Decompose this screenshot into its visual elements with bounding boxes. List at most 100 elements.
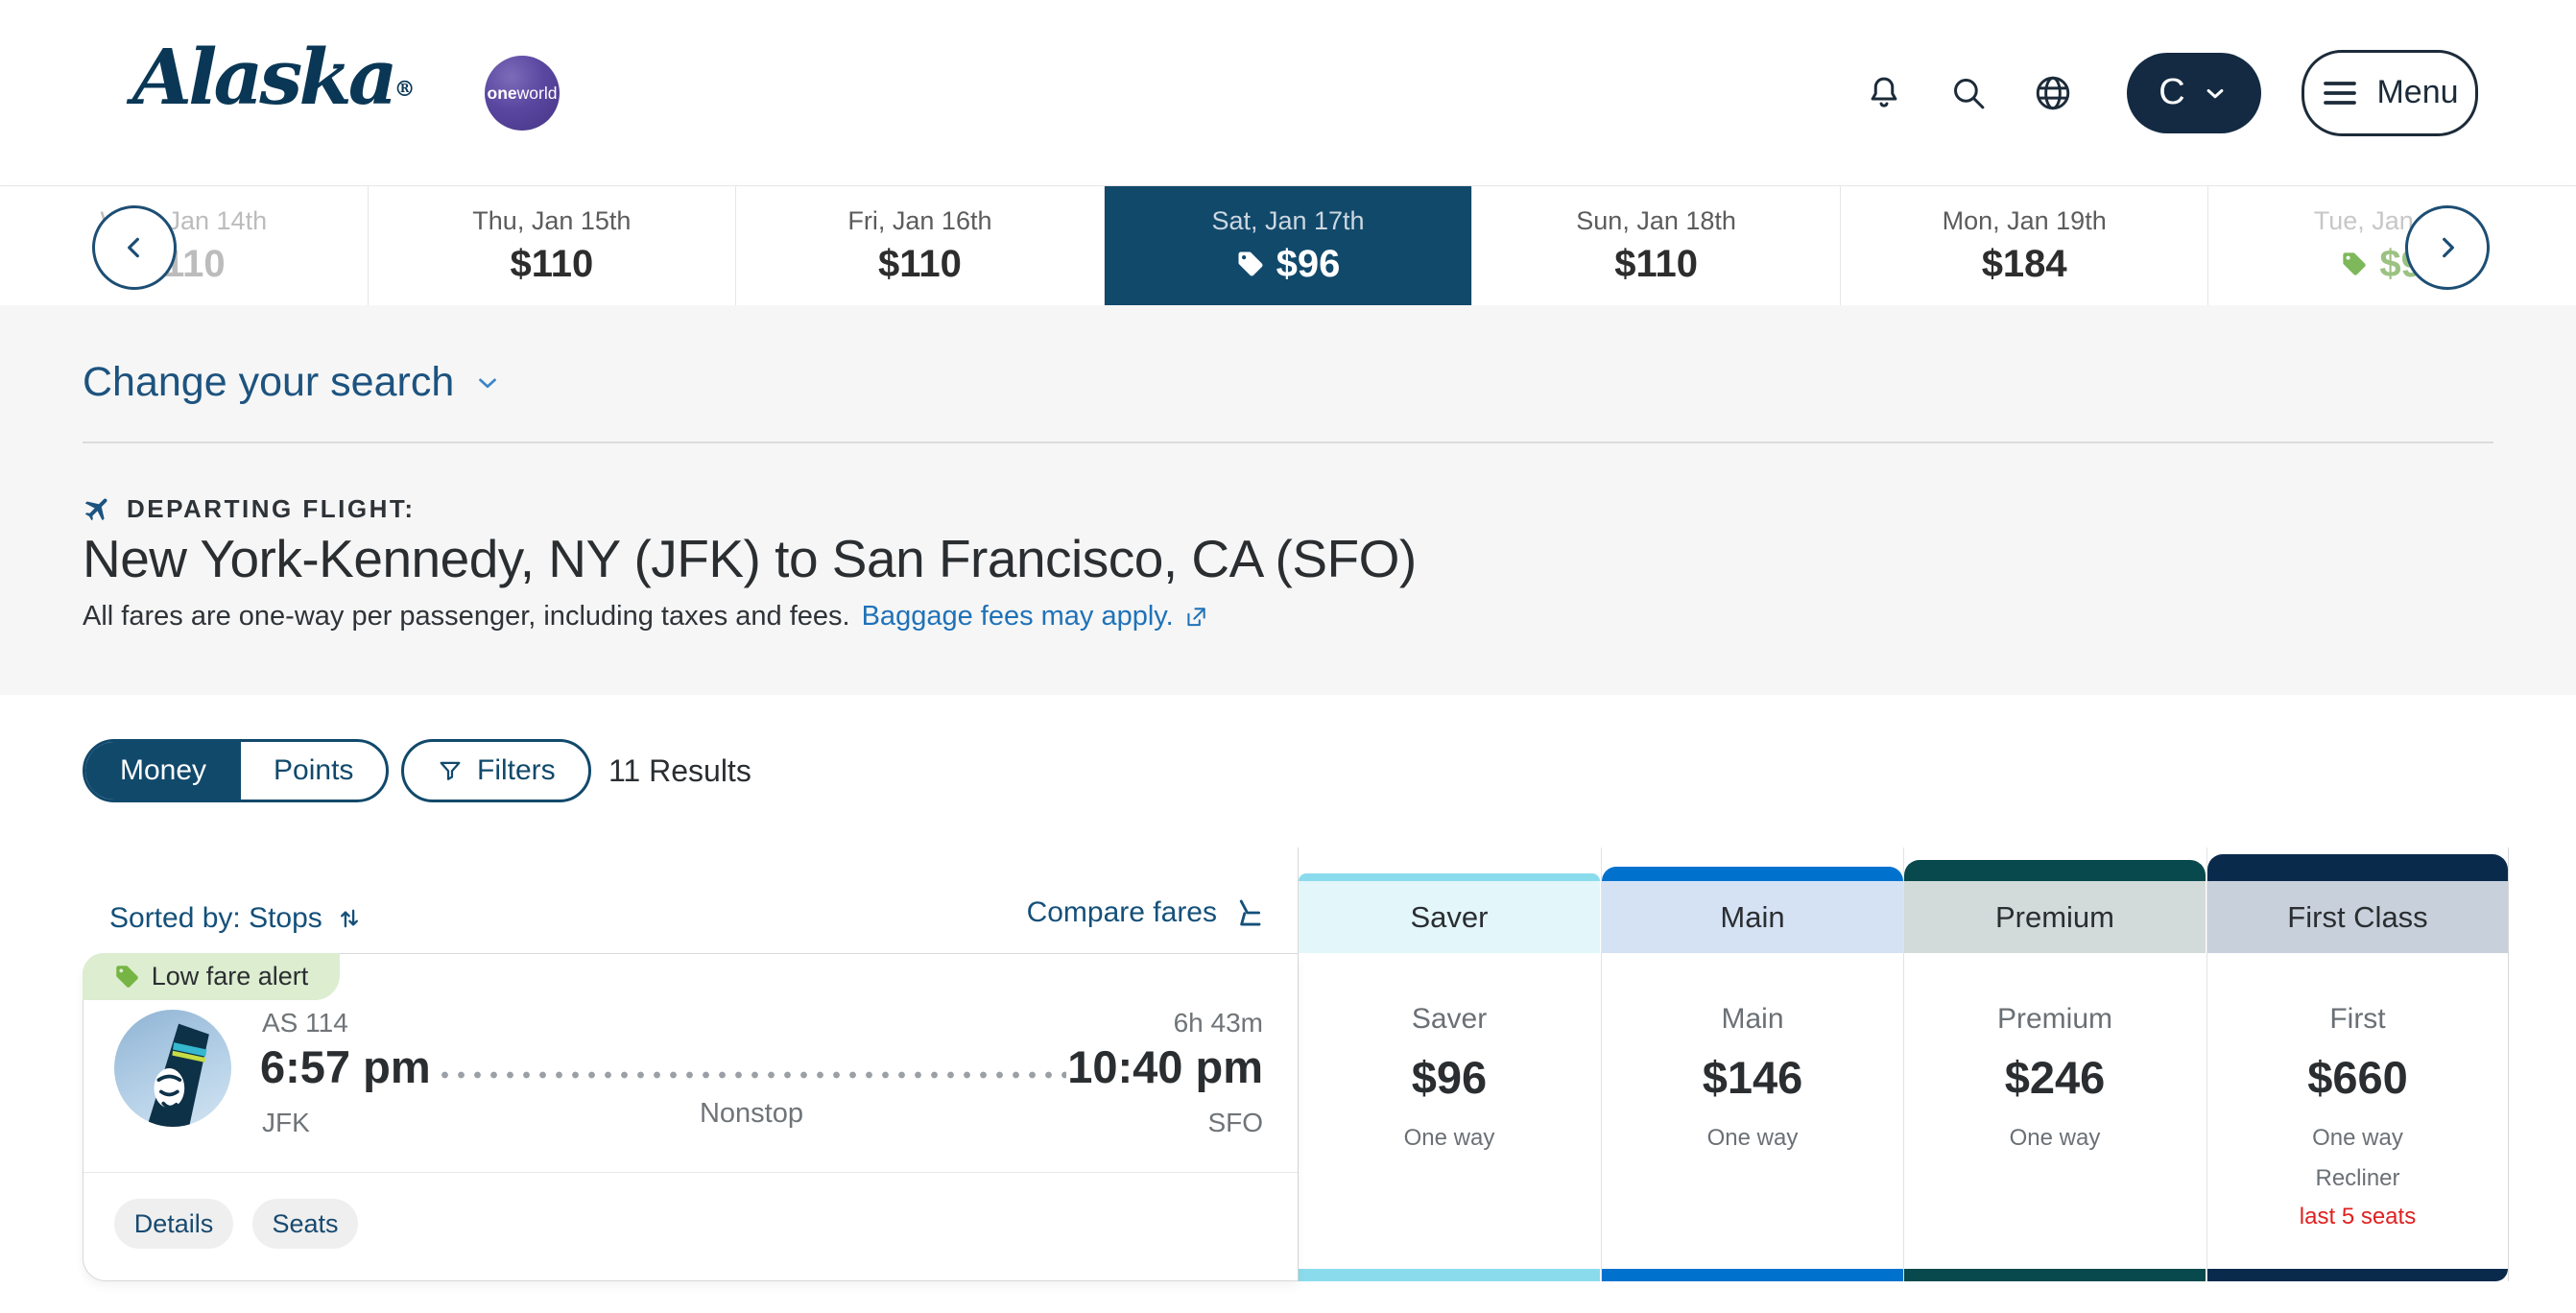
menu-button[interactable]: Menu (2302, 50, 2478, 136)
baggage-fees-link[interactable]: Baggage fees may apply. (862, 601, 1208, 633)
date-price: $110 (1614, 243, 1698, 286)
fare-class-label: Saver (1412, 1003, 1487, 1036)
date-price: $110 (878, 243, 962, 286)
date-cell-tue-jan-20[interactable]: Tue, Jan 20th $96 (2208, 186, 2576, 305)
search-section: Change your search DEPARTING FLIGHT: New… (0, 305, 2576, 695)
fare-cell-first-class[interactable]: First $660 One way Recliner last 5 seats (2207, 953, 2508, 1269)
fare-cell-premium[interactable]: Premium $246 One way (1904, 953, 2206, 1269)
bell-icon (1864, 73, 1904, 113)
departure-time: 6:57 pm (260, 1040, 431, 1093)
first-class-bottom-bar (2207, 1269, 2508, 1281)
date-cell-wed-jan-14[interactable]: Wed, Jan 14th $110 (0, 186, 369, 305)
date-cell-sun-jan-18[interactable]: Sun, Jan 18th $110 (1472, 186, 1841, 305)
change-search-label: Change your search (83, 359, 454, 406)
fare-note: All fares are one-way per passenger, inc… (83, 601, 1208, 633)
date-price: $110 (510, 243, 593, 286)
premium-accent-cap (1904, 860, 2206, 881)
saver-bottom-bar (1299, 1269, 1600, 1281)
alaska-logo[interactable]: Alaska® (132, 38, 416, 115)
fare-price: $96 (1412, 1051, 1487, 1104)
points-tab[interactable]: Points (241, 742, 386, 800)
flight-card: Low fare alert AS 114 6:57 pm JFK Nonsto… (83, 953, 1298, 1281)
departure-airport: JFK (262, 1108, 310, 1138)
fare-class-label: First (2329, 1003, 2385, 1036)
plane-icon (83, 493, 113, 524)
filters-button[interactable]: Filters (401, 739, 591, 802)
chevron-down-icon (473, 369, 502, 397)
tag-icon (1236, 250, 1265, 278)
column-header-main: Main (1602, 881, 1903, 953)
external-link-icon (1183, 605, 1208, 630)
details-button[interactable]: Details (114, 1199, 233, 1249)
oneworld-logo: oneworld (485, 56, 560, 131)
search-button[interactable] (1946, 71, 1991, 115)
saver-accent-cap (1299, 873, 1600, 881)
fare-class-label: Premium (1997, 1003, 2112, 1036)
airline-tail-logo (114, 1010, 231, 1127)
fare-columns: Saver Saver $96 One way Main Main $146 O… (1298, 847, 2509, 1281)
fare-class-label: Main (1721, 1003, 1783, 1036)
divider (83, 442, 2493, 443)
next-dates-button[interactable] (2405, 205, 2490, 290)
date-cell-mon-jan-19[interactable]: Mon, Jan 19th $184 (1841, 186, 2209, 305)
date-cell-thu-jan-15[interactable]: Thu, Jan 15th $110 (369, 186, 737, 305)
date-label: Sat, Jan 17th (1211, 206, 1364, 236)
departing-flight-eyebrow: DEPARTING FLIGHT: (83, 493, 416, 524)
funnel-icon (437, 757, 464, 784)
fare-cell-main[interactable]: Main $146 One way (1602, 953, 1903, 1269)
tag-icon (114, 964, 140, 990)
chevron-down-icon (2201, 79, 2230, 107)
flight-duration: 6h 43m (1174, 1008, 1263, 1038)
fare-cabin-label: Recliner (2315, 1165, 2399, 1192)
date-label: Sun, Jan 18th (1576, 206, 1736, 236)
date-cell-sat-jan-17-selected[interactable]: Sat, Jan 17th $96 (1105, 186, 1473, 305)
chevron-left-icon (119, 232, 150, 263)
fare-note-label: One way (1404, 1125, 1495, 1152)
sort-arrows-icon (336, 905, 363, 932)
date-price: $184 (1982, 243, 2067, 286)
date-label: Thu, Jan 15th (472, 206, 631, 236)
results-count: 11 Results (608, 739, 751, 802)
menu-label: Menu (2376, 74, 2458, 111)
arrival-airport: SFO (1207, 1108, 1263, 1138)
fare-price: $146 (1703, 1051, 1803, 1104)
main-accent-cap (1602, 867, 1903, 881)
fare-column-saver: Saver Saver $96 One way (1298, 847, 1600, 1281)
fare-cell-saver[interactable]: Saver $96 One way (1299, 953, 1600, 1269)
date-price: $96 (1236, 243, 1341, 286)
seats-remaining-warning: last 5 seats (2300, 1204, 2416, 1230)
premium-bottom-bar (1904, 1269, 2206, 1281)
account-menu[interactable]: C (2127, 53, 2261, 133)
chevron-right-icon (2432, 232, 2463, 263)
fare-column-first-class: First Class First $660 One way Recliner … (2206, 847, 2509, 1281)
low-fare-alert-badge: Low fare alert (83, 953, 340, 1000)
avatar-initial: C (2159, 72, 2184, 113)
change-search-toggle[interactable]: Change your search (83, 359, 502, 406)
column-header-premium: Premium (1904, 881, 2206, 953)
first-class-accent-cap (2207, 854, 2508, 881)
route-heading: New York-Kennedy, NY (JFK) to San Franci… (83, 528, 1417, 589)
flight-path-dotted-line (437, 1071, 1066, 1079)
notifications-button[interactable] (1862, 71, 1906, 115)
seats-button[interactable]: Seats (252, 1199, 358, 1249)
recliner-seat-icon (1232, 896, 1265, 929)
logo-text: Alaska (132, 32, 394, 122)
date-label: Mon, Jan 19th (1943, 206, 2107, 236)
hamburger-icon (2321, 77, 2359, 109)
compare-fares-link[interactable]: Compare fares (1027, 896, 1265, 929)
date-cell-fri-jan-16[interactable]: Fri, Jan 16th $110 (736, 186, 1105, 305)
column-header-first-class: First Class (2207, 881, 2508, 953)
fare-note-label: One way (2010, 1125, 2101, 1152)
sort-control[interactable]: Sorted by: Stops (109, 902, 363, 935)
date-strip: Wed, Jan 14th $110 Thu, Jan 15th $110 Fr… (0, 185, 2576, 306)
stops-label: Nonstop (437, 1098, 1066, 1130)
fare-note-label: One way (2312, 1125, 2403, 1152)
fare-note-label: One way (1707, 1125, 1799, 1152)
fare-price: $246 (2005, 1051, 2106, 1104)
previous-dates-button[interactable] (92, 205, 177, 290)
language-button[interactable] (2031, 71, 2075, 115)
main-bottom-bar (1602, 1269, 1903, 1281)
arrival-time: 10:40 pm (1067, 1040, 1263, 1093)
flight-number: AS 114 (262, 1008, 348, 1038)
money-tab[interactable]: Money (85, 742, 241, 800)
